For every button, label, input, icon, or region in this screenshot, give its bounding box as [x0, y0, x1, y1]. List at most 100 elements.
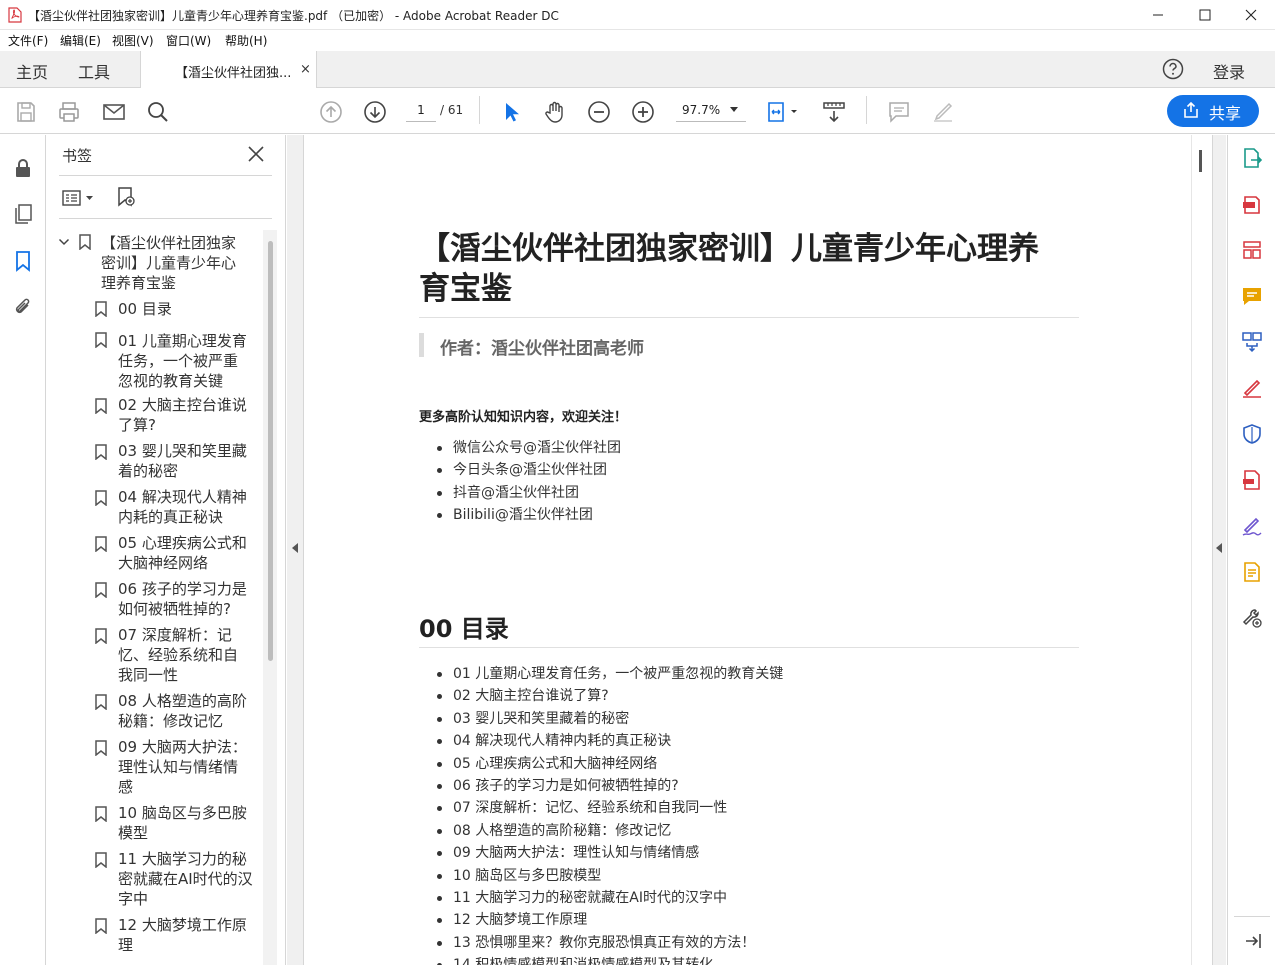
menu-help[interactable]: 帮助(H) — [225, 32, 267, 49]
share-icon — [1184, 102, 1198, 118]
blockquote-bar — [419, 333, 424, 357]
minimize-button[interactable] — [1135, 0, 1181, 30]
menu-file[interactable]: 文件(F) — [8, 32, 48, 49]
menu-edit[interactable]: 编辑(E) — [60, 32, 101, 49]
select-tool-icon[interactable] — [499, 100, 523, 124]
bookmark-item[interactable]: 05 心理疾病公式和 大脑神经网络 — [118, 533, 247, 573]
sign-in-link[interactable]: 登录 — [1213, 59, 1245, 83]
organize-pages-icon[interactable] — [1241, 239, 1263, 261]
bookmark-label-line: 00 目录 — [118, 300, 172, 318]
send-for-review-icon[interactable] — [1241, 561, 1263, 583]
new-bookmark-icon[interactable] — [115, 186, 137, 208]
bookmark-label-line: 理养育宝鉴 — [101, 274, 177, 292]
bookmark-item[interactable]: 07 深度解析：记 忆、经验系统和自 我同一性 — [118, 625, 238, 685]
more-tools-icon[interactable] — [1241, 607, 1263, 629]
combine-files-icon[interactable] — [1241, 331, 1263, 353]
left-panel-collapse-handle[interactable] — [287, 135, 304, 965]
bookmark-options-icon[interactable] — [62, 187, 98, 209]
bookmark-icon — [95, 536, 107, 552]
toc-list-item: 10 脑岛区与多巴胺模型 — [419, 865, 783, 887]
export-pdf-icon[interactable] — [1241, 147, 1263, 169]
bookmark-item[interactable]: 06 孩子的学习力是 如何被牺牲掉的? — [118, 579, 247, 619]
comment-icon[interactable] — [887, 100, 911, 124]
bookmark-label-line: 字中 — [118, 890, 149, 908]
maximize-button[interactable] — [1182, 0, 1228, 30]
chevron-down-icon[interactable] — [58, 236, 70, 248]
bookmark-label-line: 理性认知与情绪情 — [118, 758, 239, 776]
bookmark-item[interactable]: 03 婴儿哭和笑里藏 着的秘密 — [118, 441, 247, 481]
bookmark-item[interactable]: 09 大脑两大护法： 理性认知与情绪情感 — [118, 737, 247, 797]
bookmark-item[interactable]: 00 目录 — [118, 299, 172, 319]
menu-view[interactable]: 视图(V) — [112, 32, 154, 49]
toc-list-item: 06 孩子的学习力是如何被牺牲掉的? — [419, 775, 783, 797]
search-icon[interactable] — [146, 100, 170, 124]
toc-heading: 00 目录 — [419, 615, 509, 643]
bookmark-label-line: 11 大脑学习力的秘 — [118, 850, 247, 868]
bookmark-label-line: 理 — [118, 936, 134, 954]
page-thumbnails-icon[interactable] — [12, 203, 34, 225]
bookmark-label-line: 任务，一个被严重 — [118, 352, 239, 370]
lock-icon[interactable] — [12, 157, 34, 179]
bookmark-icon[interactable] — [12, 250, 34, 272]
bookmark-icon — [95, 444, 107, 460]
save-icon[interactable] — [14, 100, 38, 124]
bookmark-label-line: 忽视的教育关键 — [118, 372, 224, 390]
next-page-icon[interactable] — [363, 100, 387, 124]
bookmark-item[interactable]: 【涽尘伙伴社团独家 密训】儿童青少年心 理养育宝鉴 — [101, 233, 236, 293]
close-window-button[interactable] — [1228, 0, 1274, 30]
edit-pdf-icon[interactable] — [1241, 469, 1263, 491]
close-icon — [1245, 9, 1257, 21]
create-pdf-icon[interactable] — [1241, 193, 1263, 215]
bookmark-label-line: 内耗的真正秘诀 — [118, 508, 224, 526]
collapse-tools-icon[interactable] — [1241, 930, 1263, 952]
tab-tools[interactable]: 工具 — [78, 59, 110, 83]
previous-page-icon[interactable] — [319, 100, 343, 124]
tab-document[interactable]: 【涽尘伙伴社团独... × — [140, 51, 317, 89]
email-icon[interactable] — [102, 100, 126, 124]
sign-icon[interactable] — [1241, 515, 1263, 537]
bookmark-icon — [79, 234, 91, 250]
zoom-in-icon[interactable] — [631, 100, 655, 124]
bookmark-item[interactable]: 12 大脑梦境工作原理 — [118, 915, 247, 955]
fill-sign-icon[interactable] — [1241, 377, 1263, 399]
bookmark-item[interactable]: 02 大脑主控台谁说 了算? — [118, 395, 247, 435]
toc-list-item: 01 儿童期心理发育任务，一个被严重忽视的教育关键 — [419, 663, 783, 685]
bookmark-icon — [95, 582, 107, 598]
share-button[interactable]: 共享 — [1167, 95, 1259, 127]
zoom-select[interactable]: 97.7% — [676, 98, 746, 122]
zoom-out-icon[interactable] — [587, 100, 611, 124]
page-number-input[interactable]: 1 — [406, 98, 436, 122]
menu-window[interactable]: 窗口(W) — [166, 32, 211, 49]
hand-tool-icon[interactable] — [543, 100, 567, 124]
help-icon[interactable] — [1162, 58, 1184, 80]
print-icon[interactable] — [57, 100, 81, 124]
divider — [419, 317, 1079, 318]
highlight-pen-icon[interactable] — [931, 100, 955, 124]
zoom-value: 97.7% — [682, 103, 721, 117]
bookmark-label-line: 09 大脑两大护法： — [118, 738, 247, 756]
document-tab-label: 【涽尘伙伴社团独... — [175, 66, 292, 81]
document-title-line: 育宝鉴 — [419, 271, 512, 307]
toolbar-separator — [866, 96, 867, 124]
document-scrollbar-thumb[interactable] — [1199, 150, 1202, 172]
toc-list-item: 14 积极情感模型和消极情感模型及其转化 — [419, 954, 783, 965]
bookmark-item[interactable]: 04 解决现代人精神 内耗的真正秘诀 — [118, 487, 247, 527]
bookmarks-scrollbar-thumb[interactable] — [268, 241, 273, 661]
comment-tool-icon[interactable] — [1241, 285, 1263, 307]
bookmark-item[interactable]: 10 脑岛区与多巴胺 模型 — [118, 803, 247, 843]
fit-page-icon[interactable] — [766, 100, 800, 124]
document-scrollbar[interactable] — [1191, 135, 1211, 965]
close-panel-icon[interactable] — [247, 145, 265, 163]
close-tab-icon[interactable]: × — [300, 62, 311, 77]
bookmark-item[interactable]: 01 儿童期心理发育 任务，一个被严重 忽视的教育关键 — [118, 331, 247, 391]
scroll-mode-icon[interactable] — [822, 100, 846, 124]
bookmark-item[interactable]: 08 人格塑造的高阶 秘籍：修改记忆 — [118, 691, 247, 731]
bookmark-item[interactable]: 11 大脑学习力的秘 密就藏在AI时代的汉 字中 — [118, 849, 253, 909]
follow-list-item: 今日头条@涽尘伙伴社团 — [419, 459, 621, 481]
bookmark-label-line: 05 心理疾病公式和 — [118, 534, 247, 552]
toc-list-item: 09 大脑两大护法：理性认知与情绪情感 — [419, 842, 783, 864]
protect-icon[interactable] — [1241, 423, 1263, 445]
tab-home[interactable]: 主页 — [16, 59, 48, 83]
right-panel-expand-handle[interactable] — [1212, 135, 1226, 965]
attachment-icon[interactable] — [12, 296, 34, 318]
